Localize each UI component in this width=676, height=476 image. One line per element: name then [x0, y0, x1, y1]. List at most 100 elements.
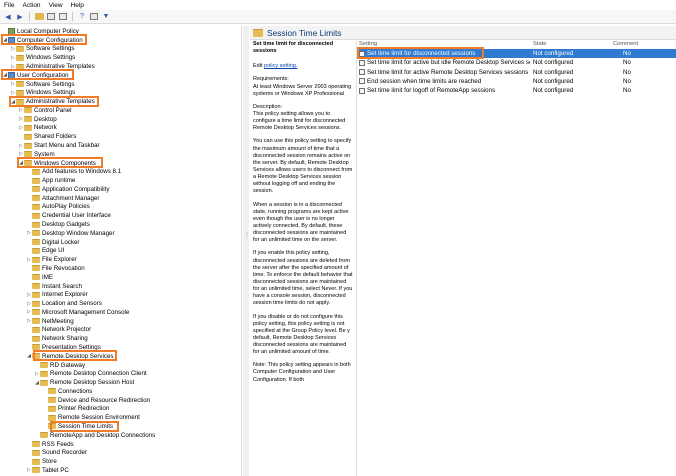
- tree-item[interactable]: ▷ Tablet PC: [26, 466, 69, 475]
- policy-tree[interactable]: Local Computer Policy ◢ Computer Configura…: [0, 26, 242, 476]
- folder-icon: [32, 230, 40, 237]
- tree-item[interactable]: Network Sharing: [26, 334, 88, 343]
- up-folder-icon[interactable]: [34, 12, 44, 22]
- forward-arrow-icon[interactable]: ▶: [15, 12, 25, 22]
- toolbar-separator: [72, 12, 73, 21]
- tree-item[interactable]: ▷ File Explorer: [26, 255, 77, 264]
- tree-item[interactable]: Credential User Interface: [26, 211, 111, 220]
- edit-policy-link[interactable]: policy setting.: [264, 63, 297, 69]
- highlight-box: [50, 420, 119, 432]
- menu-bar: File Action View Help: [0, 0, 676, 10]
- tree-item[interactable]: ▷ Windows Settings: [10, 53, 75, 62]
- tree-item[interactable]: Instant Search: [26, 282, 82, 291]
- tree-item[interactable]: RD Gateway: [34, 361, 85, 370]
- tree-item[interactable]: ▷ Software Settings: [10, 80, 75, 89]
- tree-item[interactable]: Desktop Gadgets: [26, 220, 90, 229]
- folder-icon: [24, 124, 32, 131]
- show-hide-tree-icon[interactable]: [46, 12, 56, 22]
- highlight-box: [33, 350, 117, 362]
- tree-item[interactable]: ▷ Location and Sensors: [26, 299, 102, 308]
- properties-icon[interactable]: [89, 12, 99, 22]
- policy-setting-icon: [359, 87, 365, 94]
- tree-item[interactable]: IME: [26, 273, 53, 282]
- setting-row[interactable]: Set time limit for active Remote Desktop…: [357, 68, 676, 77]
- folder-icon: [32, 212, 40, 219]
- tree-item[interactable]: ▷ Control Panel: [18, 106, 71, 115]
- folder-icon: [32, 335, 40, 342]
- setting-row[interactable]: End session when time limits are reached…: [357, 77, 676, 86]
- tree-item[interactable]: Shared Folders: [18, 132, 76, 141]
- tree-item[interactable]: Edge UI: [26, 247, 64, 256]
- column-header-state[interactable]: State: [533, 41, 547, 49]
- tree-item[interactable]: Application Compatibility: [26, 185, 109, 194]
- tree-item[interactable]: ▷ Desktop: [18, 115, 57, 124]
- tree-item[interactable]: ▷ Software Settings: [10, 45, 74, 54]
- tree-item-label: Software Settings: [26, 80, 75, 88]
- tree-item[interactable]: ▷ Start Menu and Taskbar: [18, 141, 100, 150]
- tree-item[interactable]: Store: [26, 457, 57, 466]
- folder-icon: [40, 432, 48, 439]
- tree-item-label: Start Menu and Taskbar: [34, 142, 100, 150]
- highlight-box: [357, 47, 484, 59]
- tree-item[interactable]: Printer Redirection: [42, 405, 109, 414]
- export-list-icon[interactable]: [58, 12, 68, 22]
- folder-icon: [32, 177, 40, 184]
- tree-item-label: Instant Search: [42, 282, 82, 290]
- folder-icon: [40, 362, 48, 369]
- tree-item-label: Shared Folders: [34, 133, 77, 141]
- tree-item[interactable]: ▷ Microsoft Management Console: [26, 308, 129, 317]
- tree-item[interactable]: Attachment Manager: [26, 194, 99, 203]
- tree-item[interactable]: ▷ Desktop Window Manager: [26, 229, 115, 238]
- folder-icon: [32, 309, 40, 316]
- back-arrow-icon[interactable]: ◀: [3, 12, 13, 22]
- tree-item[interactable]: Digital Locker: [26, 238, 80, 247]
- folder-icon: [16, 45, 24, 52]
- tree-item[interactable]: ▷ Network: [18, 124, 57, 133]
- menu-help[interactable]: Help: [67, 2, 88, 9]
- details-pane: Session Time Limits Set time limit for d…: [250, 26, 676, 476]
- tree-item-label: Remote Desktop Connection Client: [50, 370, 147, 378]
- tree-item-label: RD Gateway: [50, 361, 86, 369]
- tree-item-label: Connections: [58, 387, 93, 395]
- tree-item[interactable]: ▷ Remote Desktop Connection Client: [34, 369, 147, 378]
- folder-icon: [48, 405, 56, 412]
- tree-item[interactable]: RemoteApp and Desktop Connections: [34, 431, 155, 440]
- tree-item-label: Windows Settings: [26, 54, 76, 62]
- menu-file[interactable]: File: [0, 2, 18, 9]
- help-icon[interactable]: ?: [77, 12, 87, 22]
- tree-item[interactable]: RSS Feeds: [26, 440, 74, 449]
- tree-item-label: Attachment Manager: [42, 194, 100, 202]
- tree-item[interactable]: File Revocation: [26, 264, 85, 273]
- tree-item[interactable]: Connections: [42, 387, 92, 396]
- setting-row[interactable]: Set time limit for logoff of RemoteApp s…: [357, 86, 676, 95]
- settings-list: Setting State Comment Set time limit for…: [356, 41, 676, 476]
- setting-comment: No: [623, 59, 631, 67]
- tree-item[interactable]: App runtime: [26, 176, 75, 185]
- splitter-grip-icon[interactable]: ⋮: [244, 231, 250, 241]
- pane-splitter-scrollbar[interactable]: ⋮: [243, 26, 250, 476]
- tree-item-label: Device and Resource Redirection: [58, 396, 151, 404]
- setting-state: Not configured: [533, 68, 574, 76]
- folder-icon: [32, 256, 40, 263]
- menu-action[interactable]: Action: [18, 2, 44, 9]
- tree-item[interactable]: Device and Resource Redirection: [42, 396, 150, 405]
- setting-row[interactable]: Set time limit for active but idle Remot…: [357, 58, 676, 67]
- pane-title: Session Time Limits: [267, 27, 342, 38]
- folder-icon: [32, 283, 40, 289]
- policy-setting-icon: [359, 69, 365, 76]
- filter-icon[interactable]: ▼: [101, 12, 111, 22]
- tree-item[interactable]: ▷ NetMeeting: [26, 317, 74, 326]
- setting-name: Set time limit for active Remote Desktop…: [367, 68, 529, 76]
- folder-icon: [16, 54, 24, 61]
- tree-item[interactable]: AutoPlay Policies: [26, 203, 90, 212]
- tree-item[interactable]: ▷ Internet Explorer: [26, 290, 88, 299]
- tree-item[interactable]: Sound Recorder: [26, 448, 87, 457]
- setting-state: Not configured: [533, 87, 574, 95]
- tree-item[interactable]: ◢ Remote Desktop Session Host: [34, 378, 134, 387]
- column-header-comment[interactable]: Comment: [613, 41, 638, 49]
- description-title: Set time limit for disconnected sessions: [253, 41, 334, 55]
- setting-state: Not configured: [533, 50, 574, 57]
- tree-item[interactable]: Network Projector: [26, 326, 91, 335]
- tree-item[interactable]: Add features to Windows 8.1: [26, 167, 121, 176]
- menu-view[interactable]: View: [45, 2, 67, 9]
